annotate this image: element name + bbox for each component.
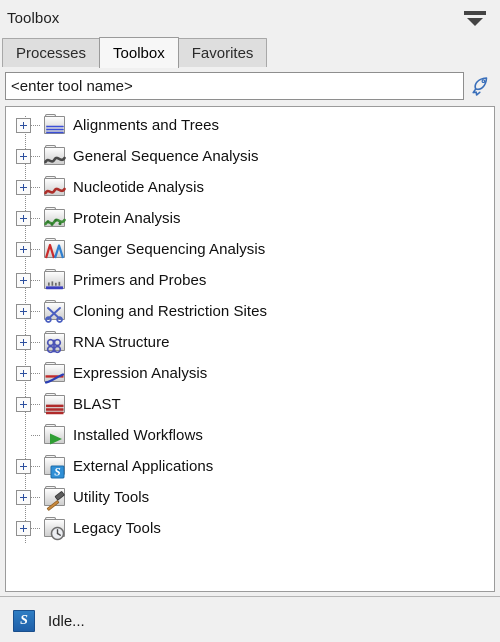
expand-toggle-icon[interactable] (16, 304, 31, 319)
tree-item-cloning-and-restriction-sites[interactable]: Cloning and Restriction Sites (6, 296, 494, 327)
collapse-panel-icon[interactable] (460, 8, 490, 28)
toolbox-tree: Alignments and Trees General Sequence An… (6, 110, 494, 544)
tree-item-nucleotide-analysis[interactable]: Nucleotide Analysis (6, 172, 494, 203)
panel-title: Toolbox (7, 9, 60, 27)
panel-titlebar: Toolbox (0, 0, 500, 36)
tree-item-general-sequence-analysis[interactable]: General Sequence Analysis (6, 141, 494, 172)
tree-connector-stub (31, 218, 41, 219)
tree-connector-stub (31, 249, 41, 250)
status-text: Idle... (48, 612, 85, 630)
folder-expression-icon (42, 361, 68, 386)
folder-rna-icon (42, 330, 68, 355)
tree-item-label: Sanger Sequencing Analysis (73, 241, 266, 258)
folder-nucleotide-icon (42, 175, 68, 200)
tab-label: Processes (16, 45, 87, 62)
tree-connector-stub (31, 156, 41, 157)
tab-strip: Processes Toolbox Favorites (0, 36, 500, 68)
tree-connector-stub (31, 466, 41, 467)
tab-toolbox[interactable]: Toolbox (99, 37, 179, 68)
expand-toggle-icon[interactable] (16, 211, 31, 226)
tree-connector-stub (31, 280, 41, 281)
tab-label: Favorites (191, 45, 254, 62)
rocket-icon[interactable] (466, 71, 496, 101)
tree-item-alignments-and-trees[interactable]: Alignments and Trees (6, 110, 494, 141)
expand-toggle-icon[interactable] (16, 459, 31, 474)
folder-sequence-icon (42, 144, 68, 169)
tree-item-rna-structure[interactable]: RNA Structure (6, 327, 494, 358)
svg-text:S: S (54, 466, 60, 478)
tree-item-label: Alignments and Trees (73, 117, 220, 134)
tree-connector-stub (31, 373, 41, 374)
tree-item-label: General Sequence Analysis (73, 148, 259, 165)
tab-favorites[interactable]: Favorites (177, 38, 268, 68)
tree-item-installed-workflows[interactable]: Installed Workflows (6, 420, 494, 451)
tree-item-utility-tools[interactable]: Utility Tools (6, 482, 494, 513)
tree-item-label: Primers and Probes (73, 272, 207, 289)
tree-connector-stub (31, 342, 41, 343)
expand-toggle-icon[interactable] (16, 273, 31, 288)
folder-legacy-icon (42, 516, 68, 541)
tree-item-protein-analysis[interactable]: Protein Analysis (6, 203, 494, 234)
tree-leaf-marker (16, 428, 31, 443)
expand-toggle-icon[interactable] (16, 366, 31, 381)
folder-alignment-icon (42, 113, 68, 138)
tree-item-label: BLAST (73, 396, 121, 413)
tree-item-label: Cloning and Restriction Sites (73, 303, 268, 320)
status-bar: S Idle... (0, 600, 500, 642)
search-input-wrapper[interactable] (5, 72, 464, 100)
folder-primers-icon (42, 268, 68, 293)
tab-processes[interactable]: Processes (2, 38, 101, 68)
expand-toggle-icon[interactable] (16, 521, 31, 536)
tree-connector-stub (31, 435, 41, 436)
folder-protein-icon (42, 206, 68, 231)
tree-item-label: Utility Tools (73, 489, 150, 506)
toolbox-tree-panel[interactable]: Alignments and Trees General Sequence An… (5, 106, 495, 592)
expand-toggle-icon[interactable] (16, 397, 31, 412)
tree-item-primers-and-probes[interactable]: Primers and Probes (6, 265, 494, 296)
tree-connector-stub (31, 528, 41, 529)
tree-connector-stub (31, 187, 41, 188)
folder-external-icon: S (42, 454, 68, 479)
tree-item-external-applications[interactable]: S External Applications (6, 451, 494, 482)
tree-connector-stub (31, 125, 41, 126)
folder-cloning-icon (42, 299, 68, 324)
tree-item-sanger-sequencing-analysis[interactable]: Sanger Sequencing Analysis (6, 234, 494, 265)
toolbox-panel: Toolbox Processes Toolbox Favorites <ent… (0, 0, 500, 642)
folder-sanger-icon (42, 237, 68, 262)
tree-item-label: Protein Analysis (73, 210, 181, 227)
expand-toggle-icon[interactable] (16, 335, 31, 350)
folder-workflow-icon (42, 423, 68, 448)
folder-utility-icon (42, 485, 68, 511)
tree-item-legacy-tools[interactable]: Legacy Tools (6, 513, 494, 544)
expand-toggle-icon[interactable] (16, 149, 31, 164)
tree-item-label: Expression Analysis (73, 365, 208, 382)
tree-item-label: External Applications (73, 458, 214, 475)
expand-toggle-icon[interactable] (16, 242, 31, 257)
tree-connector-stub (31, 404, 41, 405)
tree-item-label: Installed Workflows (73, 427, 203, 444)
expand-toggle-icon[interactable] (16, 490, 31, 505)
tree-item-label: Nucleotide Analysis (73, 179, 205, 196)
tree-item-expression-analysis[interactable]: Expression Analysis (6, 358, 494, 389)
expand-toggle-icon[interactable] (16, 180, 31, 195)
folder-blast-icon (42, 392, 68, 417)
expand-toggle-icon[interactable] (16, 118, 31, 133)
tree-item-label: RNA Structure (73, 334, 170, 351)
app-status-icon: S (13, 610, 35, 632)
search-row (0, 68, 500, 104)
tree-item-blast[interactable]: BLAST (6, 389, 494, 420)
search-input[interactable] (11, 77, 458, 95)
tab-label: Toolbox (113, 44, 165, 62)
tree-connector-stub (31, 311, 41, 312)
tree-item-label: Legacy Tools (73, 520, 161, 537)
tree-connector-stub (31, 497, 41, 498)
